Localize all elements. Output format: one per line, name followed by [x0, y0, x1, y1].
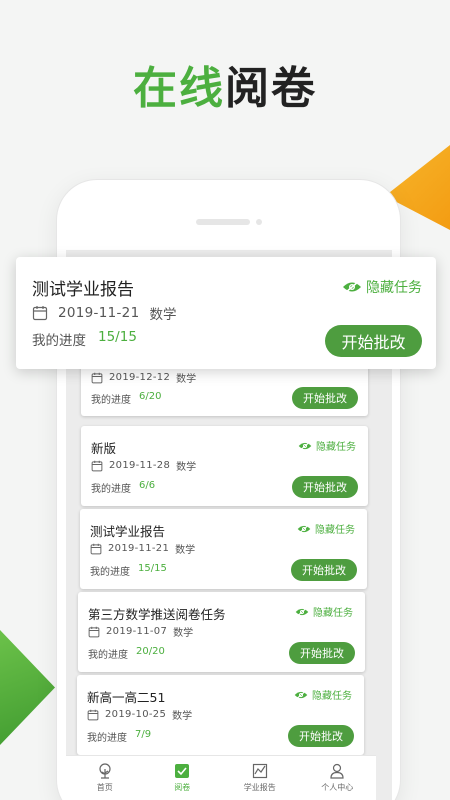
tab-report[interactable]: 学业报告 — [221, 756, 299, 800]
task-progress: 我的进度 7/9 — [87, 729, 151, 744]
start-grading-button[interactable]: 开始批改 — [291, 559, 357, 581]
task-title: 第三方数学推送阅卷任务 — [88, 607, 226, 622]
calendar-icon — [91, 460, 103, 471]
hide-task-link[interactable]: 隐藏任务 — [294, 687, 352, 702]
featured-task-title: 测试学业报告 — [32, 280, 134, 300]
task-meta: 2019-11-07 数学 — [88, 624, 193, 639]
task-title: 测试学业报告 — [90, 524, 166, 539]
person-icon — [330, 763, 344, 779]
tab-profile-label: 个人中心 — [321, 783, 354, 792]
task-subject: 数学 — [176, 462, 197, 473]
task-progress: 我的进度 6/6 — [91, 480, 155, 495]
task-subject: 数学 — [173, 628, 194, 639]
chart-icon — [252, 763, 267, 779]
task-subject: 数学 — [176, 374, 197, 385]
hide-task-link[interactable]: 隐藏任务 — [297, 521, 355, 536]
task-card[interactable]: 第三方数学推送阅卷任务 隐藏任务 2019-11-07 数学 我的进度 20/2… — [78, 592, 365, 672]
task-progress-value: 6/20 — [139, 391, 162, 402]
featured-progress-value: 15/15 — [98, 329, 137, 345]
hide-task-link[interactable]: 隐藏任务 — [295, 604, 353, 619]
calendar-icon — [87, 709, 99, 720]
headline-part2: 阅卷 — [225, 63, 317, 114]
check-icon — [175, 764, 190, 778]
calendar-icon — [91, 372, 103, 383]
task-progress-value: 7/9 — [135, 729, 152, 740]
phone-speaker — [196, 219, 250, 225]
task-title: 新版 — [91, 441, 117, 456]
task-date: 2019-11-28 — [109, 460, 171, 471]
task-progress: 我的进度 15/15 — [90, 563, 167, 578]
task-title: 新高一高二51 — [87, 690, 166, 705]
task-progress-label: 我的进度 — [91, 395, 131, 406]
tab-review-label: 阅卷 — [174, 783, 191, 792]
start-grading-button[interactable]: 开始批改 — [288, 725, 354, 747]
task-meta: 2019-11-21 数学 — [90, 541, 195, 556]
hide-task-link[interactable]: 隐藏任务 — [298, 438, 356, 453]
tree-icon — [99, 763, 111, 779]
task-meta: 2019-11-28 数学 — [91, 458, 196, 473]
task-progress-value: 20/20 — [136, 646, 165, 657]
featured-start-grading-button[interactable]: 开始批改 — [325, 325, 422, 357]
hide-task-label: 隐藏任务 — [316, 442, 356, 453]
start-grading-button[interactable]: 开始批改 — [289, 642, 355, 664]
featured-progress-label: 我的进度 — [32, 333, 86, 349]
tab-review[interactable]: 阅卷 — [144, 756, 222, 800]
task-progress: 我的进度 20/20 — [88, 646, 165, 661]
eye-slash-icon — [295, 606, 309, 617]
tab-home-label: 首页 — [96, 783, 113, 792]
phone-camera — [256, 219, 262, 225]
task-progress-label: 我的进度 — [90, 567, 130, 578]
task-progress-value: 15/15 — [138, 563, 167, 574]
task-progress-label: 我的进度 — [88, 650, 128, 661]
featured-progress: 我的进度 15/15 — [32, 329, 137, 349]
featured-date: 2019-11-21 — [58, 305, 140, 321]
hide-task-label: 隐藏任务 — [315, 525, 355, 536]
task-progress-value: 6/6 — [139, 480, 156, 491]
tab-home[interactable]: 首页 — [66, 756, 144, 800]
hide-task-label: 隐藏任务 — [312, 691, 352, 702]
task-progress-label: 我的进度 — [91, 484, 131, 495]
task-date: 2019-11-21 — [108, 543, 170, 554]
task-subject: 数学 — [172, 711, 193, 722]
tab-profile[interactable]: 个人中心 — [299, 756, 377, 800]
calendar-icon — [90, 543, 102, 554]
task-progress: 我的进度 6/20 — [91, 391, 161, 406]
page-headline: 在线阅卷 — [0, 52, 450, 116]
tab-report-label: 学业报告 — [243, 783, 276, 792]
eye-slash-icon — [297, 523, 311, 534]
calendar-icon — [88, 626, 100, 637]
calendar-icon — [32, 306, 48, 321]
eye-slash-icon — [294, 689, 308, 700]
featured-task-card[interactable]: 测试学业报告 隐藏任务 2019-11-21 数学 我的进度 15/15 开始批… — [16, 257, 436, 369]
hide-task-label: 隐藏任务 — [313, 608, 353, 619]
eye-slash-icon — [343, 280, 361, 294]
featured-hide-label: 隐藏任务 — [366, 280, 422, 296]
bottom-tabbar: 首页 阅卷 学业报告 个人中心 — [66, 755, 376, 800]
eye-slash-icon — [298, 440, 312, 451]
task-card[interactable]: 测试学业报告 隐藏任务 2019-11-21 数学 我的进度 15/15 开始批… — [80, 509, 367, 589]
task-date: 2019-11-07 — [106, 626, 168, 637]
featured-meta: 2019-11-21 数学 — [32, 303, 176, 323]
task-subject: 数学 — [175, 545, 196, 556]
task-date: 2019-12-12 — [109, 372, 171, 383]
task-card[interactable]: 新版 隐藏任务 2019-11-28 数学 我的进度 6/6 开始批改 — [81, 426, 368, 506]
task-date: 2019-10-25 — [105, 709, 167, 720]
task-meta: 2019-10-25 数学 — [87, 707, 192, 722]
featured-subject: 数学 — [149, 307, 177, 323]
green-decoration — [0, 630, 55, 745]
task-progress-label: 我的进度 — [87, 733, 127, 744]
task-meta: 2019-12-12 数学 — [91, 370, 196, 385]
headline-part1: 在线 — [133, 63, 225, 114]
start-grading-button[interactable]: 开始批改 — [292, 476, 358, 498]
start-grading-button[interactable]: 开始批改 — [292, 387, 358, 409]
featured-hide-task-link[interactable]: 隐藏任务 — [342, 277, 422, 297]
task-card[interactable]: 新高一高二51 隐藏任务 2019-10-25 数学 我的进度 7/9 开始批改 — [77, 675, 364, 755]
